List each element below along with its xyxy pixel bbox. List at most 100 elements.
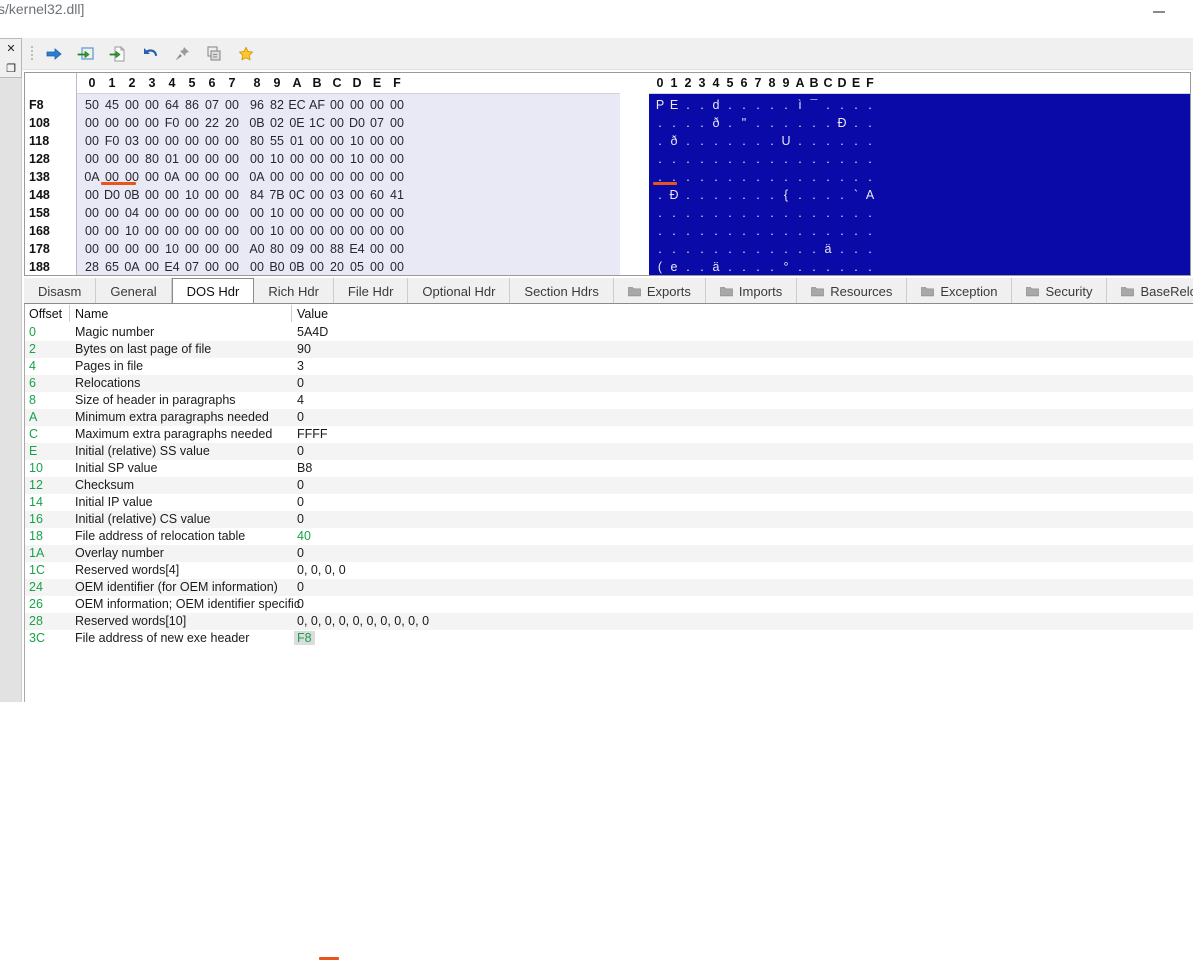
tab-exception[interactable]: Exception bbox=[907, 278, 1013, 303]
hex-byte-cell[interactable]: 00 bbox=[202, 260, 222, 274]
ascii-char-cell[interactable]: . bbox=[821, 260, 835, 274]
row-field-value[interactable]: FFFF bbox=[297, 427, 328, 441]
ascii-char-cell[interactable]: . bbox=[849, 260, 863, 274]
ascii-char-cell[interactable]: E bbox=[667, 98, 681, 112]
hex-byte-cell[interactable]: D0 bbox=[102, 188, 122, 202]
hex-byte-cell[interactable]: 00 bbox=[202, 152, 222, 166]
hex-byte-cell[interactable]: 00 bbox=[287, 224, 307, 238]
hex-row-offset[interactable]: 118 bbox=[29, 134, 49, 148]
tab-exports[interactable]: Exports bbox=[613, 278, 706, 303]
left-scroll-strip[interactable] bbox=[0, 38, 22, 702]
ascii-char-cell[interactable]: . bbox=[667, 242, 681, 256]
ascii-char-cell[interactable]: P bbox=[653, 98, 667, 112]
tab-disasm[interactable]: Disasm bbox=[24, 278, 97, 303]
hex-row-offset[interactable]: 148 bbox=[29, 188, 50, 202]
ascii-char-cell[interactable]: . bbox=[863, 98, 877, 112]
ascii-char-cell[interactable]: . bbox=[765, 206, 779, 220]
hex-byte-cell[interactable]: 00 bbox=[287, 152, 307, 166]
ascii-char-cell[interactable]: . bbox=[793, 224, 807, 238]
ascii-char-cell[interactable]: " bbox=[737, 116, 751, 130]
row-field-value[interactable]: 0 bbox=[297, 597, 304, 611]
hex-byte-cell[interactable]: 00 bbox=[387, 206, 407, 220]
hex-viewer[interactable]: 50 45 00 00 64 86 07 00 96 82 EC AF 00 00 00 00 00 00 00 00… bbox=[24, 72, 1191, 276]
hex-byte-cell[interactable]: 00 bbox=[202, 134, 222, 148]
hex-byte-cell[interactable]: 01 bbox=[162, 152, 182, 166]
ascii-char-cell[interactable]: . bbox=[807, 224, 821, 238]
ascii-char-cell[interactable]: . bbox=[695, 116, 709, 130]
table-row[interactable]: 10 Initial SP value B8 bbox=[25, 460, 1193, 477]
hex-byte-cell[interactable]: 00 bbox=[102, 224, 122, 238]
ascii-char-cell[interactable]: . bbox=[737, 98, 751, 112]
hex-byte-cell[interactable]: 04 bbox=[122, 206, 142, 220]
hex-byte-cell[interactable]: 22 bbox=[202, 116, 222, 130]
ascii-char-cell[interactable]: . bbox=[709, 224, 723, 238]
hex-byte-cell[interactable]: 96 bbox=[247, 98, 267, 112]
tab-imports[interactable]: Imports bbox=[705, 278, 798, 303]
table-row[interactable]: 2 Bytes on last page of file 90 bbox=[25, 341, 1193, 358]
ascii-char-cell[interactable]: . bbox=[765, 188, 779, 202]
row-field-value[interactable]: 90 bbox=[297, 342, 311, 356]
ascii-char-cell[interactable]: d bbox=[709, 98, 723, 112]
hex-byte-cell[interactable]: 0B bbox=[287, 260, 307, 274]
hex-byte-cell[interactable]: 80 bbox=[247, 134, 267, 148]
hex-byte-cell[interactable]: 00 bbox=[307, 224, 327, 238]
ascii-char-cell[interactable]: . bbox=[779, 170, 793, 184]
hex-byte-cell[interactable]: 00 bbox=[182, 206, 202, 220]
tab-section-hdrs[interactable]: Section Hdrs bbox=[510, 278, 614, 303]
hex-byte-cell[interactable]: 00 bbox=[327, 170, 347, 184]
ascii-char-cell[interactable]: . bbox=[681, 98, 695, 112]
hex-byte-cell[interactable]: F0 bbox=[102, 134, 122, 148]
hex-byte-cell[interactable]: 10 bbox=[347, 134, 367, 148]
hex-row-offset[interactable]: F8 bbox=[29, 98, 44, 112]
ascii-char-cell[interactable]: . bbox=[807, 170, 821, 184]
ascii-char-cell[interactable]: . bbox=[835, 170, 849, 184]
export-icon[interactable] bbox=[102, 40, 134, 68]
ascii-char-cell[interactable]: . bbox=[849, 170, 863, 184]
ascii-char-cell[interactable]: . bbox=[709, 206, 723, 220]
tab-basereloc[interactable]: BaseReloc. bbox=[1107, 278, 1193, 303]
hex-byte-cell[interactable]: 00 bbox=[142, 224, 162, 238]
ascii-char-cell[interactable]: . bbox=[835, 260, 849, 274]
hex-byte-cell[interactable]: A0 bbox=[247, 242, 267, 256]
hex-byte-cell[interactable]: 00 bbox=[162, 206, 182, 220]
ascii-char-cell[interactable]: . bbox=[835, 224, 849, 238]
hex-byte-cell[interactable]: 0C bbox=[287, 188, 307, 202]
ascii-char-cell[interactable]: . bbox=[709, 152, 723, 166]
ascii-char-cell[interactable]: . bbox=[681, 242, 695, 256]
ascii-char-cell[interactable]: . bbox=[723, 170, 737, 184]
hex-byte-cell[interactable]: 00 bbox=[202, 206, 222, 220]
hex-byte-cell[interactable]: 00 bbox=[247, 260, 267, 274]
hex-byte-cell[interactable]: 82 bbox=[267, 98, 287, 112]
ascii-char-cell[interactable]: . bbox=[723, 98, 737, 112]
table-row[interactable]: 1C Reserved words[4] 0, 0, 0, 0 bbox=[25, 562, 1193, 579]
ascii-char-cell[interactable]: ä bbox=[821, 242, 835, 256]
hex-byte-cell[interactable]: 00 bbox=[182, 134, 202, 148]
tab-resources[interactable]: Resources bbox=[797, 278, 908, 303]
hex-byte-cell[interactable]: 0A bbox=[247, 170, 267, 184]
table-row[interactable]: 24 OEM identifier (for OEM information) 0 bbox=[25, 579, 1193, 596]
ascii-char-cell[interactable]: . bbox=[667, 224, 681, 238]
ascii-char-cell[interactable]: . bbox=[695, 98, 709, 112]
ascii-char-cell[interactable]: . bbox=[737, 188, 751, 202]
hex-byte-cell[interactable]: 00 bbox=[387, 152, 407, 166]
hex-byte-cell[interactable]: 55 bbox=[267, 134, 287, 148]
table-row[interactable]: 0 Magic number 5A4D bbox=[25, 324, 1193, 341]
hex-bytes-pane[interactable]: 50 45 00 00 64 86 07 00 96 82 EC AF 00 00 00 00 00 00 00 00… bbox=[25, 73, 620, 275]
ascii-char-cell[interactable]: . bbox=[723, 116, 737, 130]
pin-icon[interactable] bbox=[166, 40, 198, 68]
row-field-value[interactable]: 0 bbox=[297, 580, 304, 594]
tab-rich-hdr[interactable]: Rich Hdr bbox=[254, 278, 334, 303]
hex-byte-cell[interactable]: 00 bbox=[222, 224, 242, 238]
hex-byte-cell[interactable]: 00 bbox=[387, 260, 407, 274]
table-row[interactable]: 18 File address of relocation table 40 bbox=[25, 528, 1193, 545]
hex-byte-cell[interactable]: 00 bbox=[327, 134, 347, 148]
ascii-char-cell[interactable]: . bbox=[681, 206, 695, 220]
ascii-char-cell[interactable]: . bbox=[863, 206, 877, 220]
hex-byte-cell[interactable]: 00 bbox=[142, 170, 162, 184]
ascii-char-cell[interactable]: . bbox=[821, 98, 835, 112]
ascii-char-cell[interactable]: . bbox=[723, 206, 737, 220]
hex-byte-cell[interactable]: 00 bbox=[367, 224, 387, 238]
ascii-char-cell[interactable]: . bbox=[863, 116, 877, 130]
hex-byte-cell[interactable]: 00 bbox=[202, 188, 222, 202]
hex-byte-cell[interactable]: 00 bbox=[182, 170, 202, 184]
